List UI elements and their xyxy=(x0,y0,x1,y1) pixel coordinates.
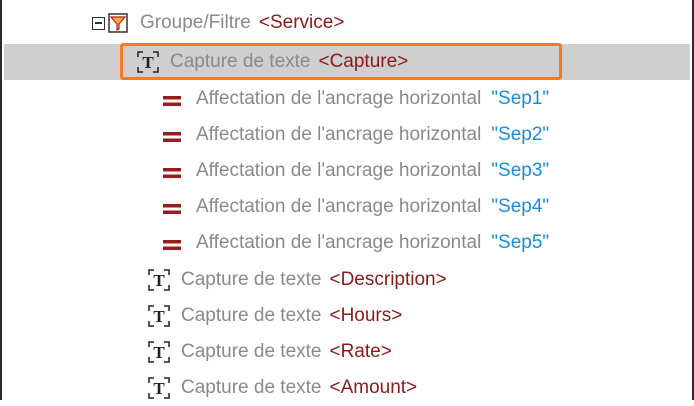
item-target: <Description> xyxy=(329,269,447,290)
item-type-label: Capture de texte xyxy=(181,341,322,362)
svg-text:T: T xyxy=(142,53,154,72)
item-type-label: Capture de texte xyxy=(170,51,311,72)
group-filter-icon xyxy=(108,13,128,33)
item-value: "Sep5" xyxy=(491,232,550,253)
text-capture-icon: T xyxy=(147,268,171,292)
tree-row-capture[interactable]: T Capture de texte <Capture> xyxy=(4,44,690,80)
item-value: "Sep3" xyxy=(491,160,550,181)
tree-view: Groupe/Filtre <Service> T Capture de tex… xyxy=(0,0,694,400)
svg-text:T: T xyxy=(153,271,165,290)
text-capture-icon: T xyxy=(147,376,171,400)
tree-row-anchor-sep2[interactable]: Affectation de l'ancrage horizontal "Sep… xyxy=(4,117,690,153)
collapse-box-icon[interactable] xyxy=(92,16,105,30)
item-target: <Capture> xyxy=(318,51,409,72)
item-type-label: Affectation de l'ancrage horizontal xyxy=(196,124,482,145)
item-type-label: Affectation de l'ancrage horizontal xyxy=(196,88,482,109)
equals-icon xyxy=(162,200,182,214)
item-type-label: Affectation de l'ancrage horizontal xyxy=(196,196,482,217)
item-target: <Hours> xyxy=(329,305,403,326)
text-capture-icon: T xyxy=(147,340,171,364)
svg-text:T: T xyxy=(153,379,165,398)
item-target: <Rate> xyxy=(329,341,392,362)
item-type-label: Capture de texte xyxy=(181,377,322,398)
equals-icon xyxy=(162,164,182,178)
item-value: "Sep2" xyxy=(491,124,550,145)
group-type-label: Groupe/Filtre xyxy=(140,12,251,33)
tree-row-capture-rate[interactable]: T Capture de texte <Rate> xyxy=(4,334,690,370)
text-capture-icon: T xyxy=(136,50,160,74)
svg-text:T: T xyxy=(153,307,165,326)
tree-row-anchor-sep3[interactable]: Affectation de l'ancrage horizontal "Sep… xyxy=(4,153,690,189)
item-target: <Amount> xyxy=(329,377,418,398)
equals-icon xyxy=(162,92,182,106)
group-target: <Service> xyxy=(258,12,345,33)
item-type-label: Affectation de l'ancrage horizontal xyxy=(196,232,482,253)
tree-row-anchor-sep1[interactable]: Affectation de l'ancrage horizontal "Sep… xyxy=(4,81,690,117)
tree-row-capture-description[interactable]: T Capture de texte <Description> xyxy=(4,262,690,298)
equals-icon xyxy=(162,236,182,250)
item-type-label: Affectation de l'ancrage horizontal xyxy=(196,160,482,181)
tree-row-anchor-sep5[interactable]: Affectation de l'ancrage horizontal "Sep… xyxy=(4,225,690,261)
svg-text:T: T xyxy=(153,343,165,362)
tree-row-group[interactable]: Groupe/Filtre <Service> xyxy=(4,5,690,41)
item-value: "Sep1" xyxy=(491,88,550,109)
tree-row-capture-hours[interactable]: T Capture de texte <Hours> xyxy=(4,298,690,334)
tree-row-capture-amount[interactable]: T Capture de texte <Amount> xyxy=(4,370,690,406)
item-value: "Sep4" xyxy=(491,196,550,217)
text-capture-icon: T xyxy=(147,304,171,328)
item-type-label: Capture de texte xyxy=(181,305,322,326)
item-type-label: Capture de texte xyxy=(181,269,322,290)
equals-icon xyxy=(162,128,182,142)
tree-row-anchor-sep4[interactable]: Affectation de l'ancrage horizontal "Sep… xyxy=(4,189,690,225)
